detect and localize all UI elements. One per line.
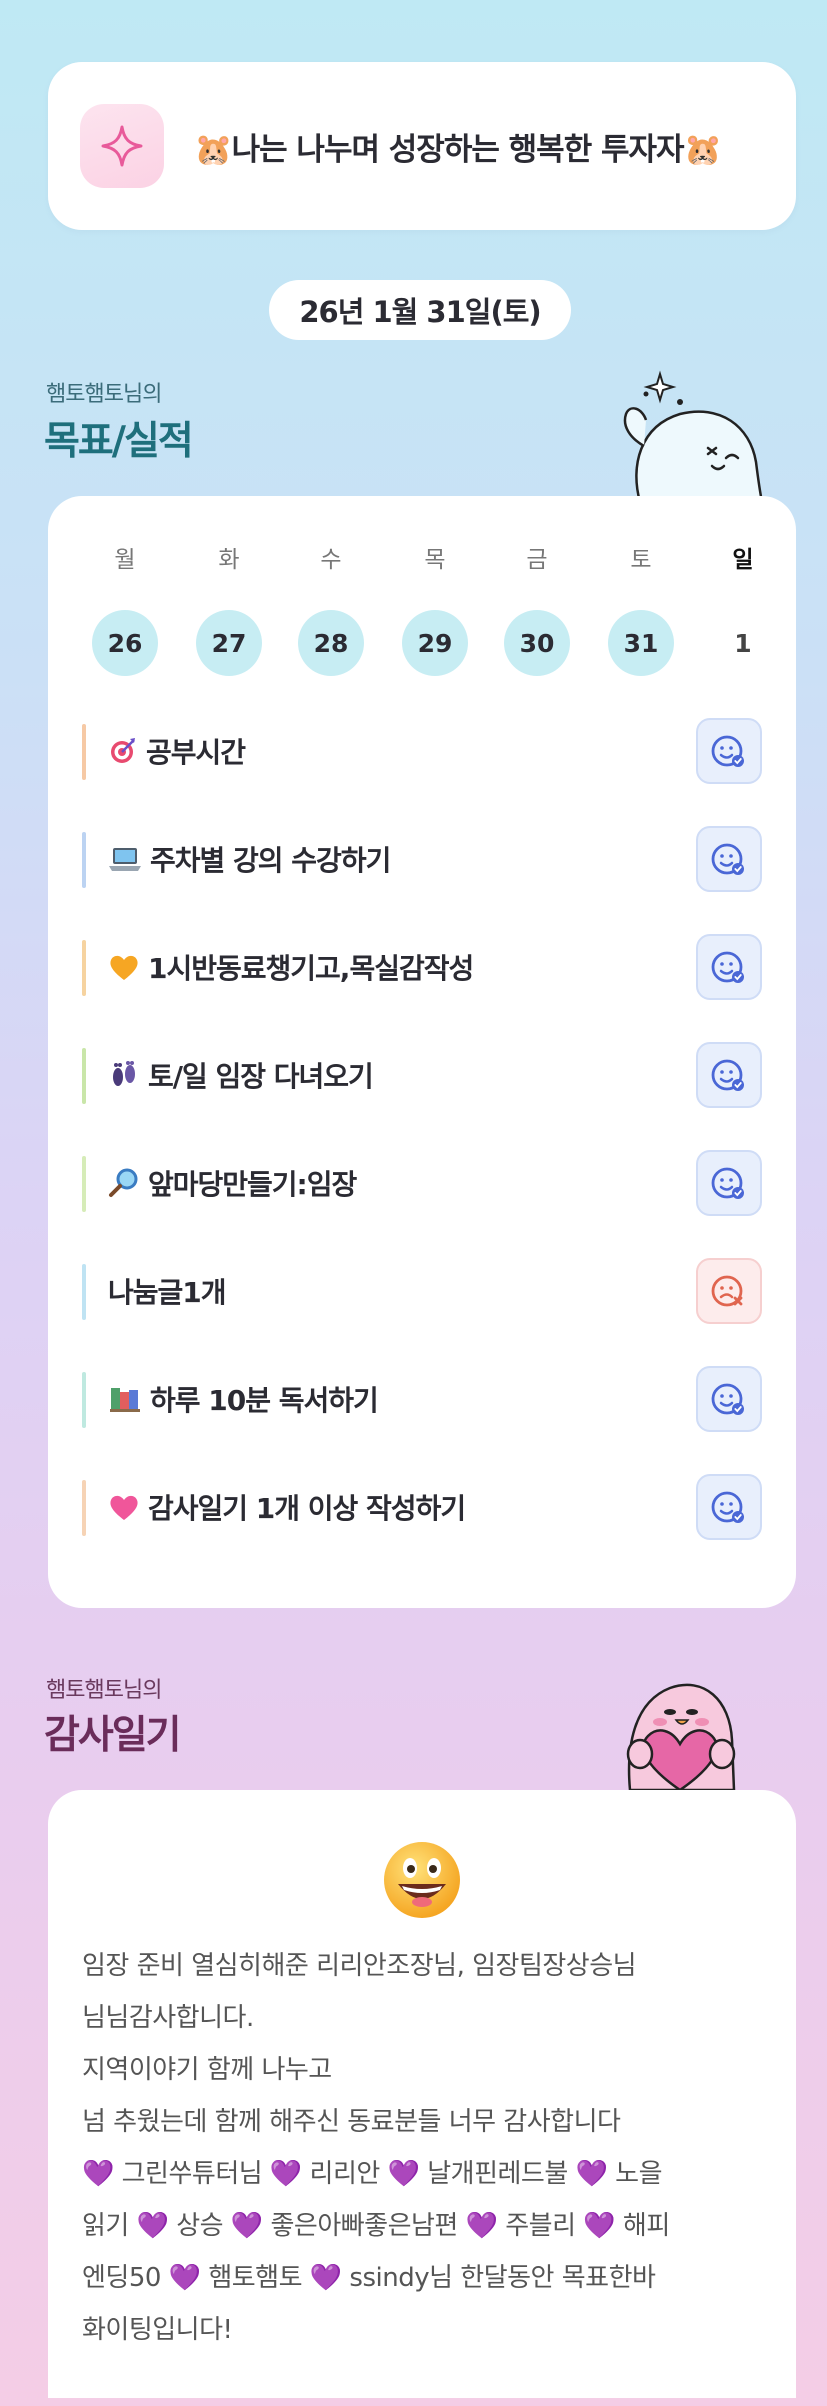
grinning-face-icon [380,1838,464,1926]
goal-achieved-button[interactable] [696,1474,762,1540]
goal-color-bar [82,1264,86,1320]
magnifier-icon [108,1168,140,1198]
goal-color-bar [82,940,86,996]
week-calendar: 월 26 화 27 수 28 목 29 금 30 토 31 일 1 [48,542,796,682]
day-number[interactable]: 29 [402,610,468,676]
goal-color-bar [82,832,86,888]
day-number[interactable]: 28 [298,610,364,676]
yellow-heart-icon [108,952,140,982]
goal-label: 나눔글1개 [108,1258,227,1324]
goal-row: 1시반동료챙기고,목실감작성 [82,934,762,1000]
goal-text: 감사일기 1개 이상 작성하기 [148,1492,466,1525]
diary-line: 화이팅입니다! [82,2315,233,2345]
goal-label: 토/일 임장 다녀오기 [108,1042,374,1108]
day-number[interactable]: 30 [504,610,570,676]
goals-section-subtitle: 햄토햄토님의 [46,382,162,407]
gratitude-diary-card: 임장 준비 열심히해준 리리안조장님, 임장팀장상승님님님감사합니다. 지역이야기… [48,1790,796,2398]
goal-achieved-button[interactable] [696,934,762,1000]
day-name: 화 [218,547,240,573]
goal-row: 토/일 임장 다녀오기 [82,1042,762,1108]
diary-line: 님님감사합니다. [82,2003,254,2033]
day-31[interactable]: 토 31 [606,542,676,676]
day-name: 금 [526,547,548,573]
goals-card: 월 26 화 27 수 28 목 29 금 30 토 31 일 1 공부시간 주차별 강의 수강하기 1시반동… [48,496,796,1608]
diary-line: 읽기 💜 상승 💜 좋은아빠좋은남편 💜 주블리 💜 해피 [82,2211,670,2241]
smile-check-icon [709,1487,749,1527]
day-number[interactable]: 26 [92,610,158,676]
day-number[interactable]: 31 [608,610,674,676]
goal-color-bar [82,1048,86,1104]
smile-check-icon [709,731,749,771]
smile-check-icon [709,1055,749,1095]
smile-check-icon [709,947,749,987]
goal-label: 하루 10분 독서하기 [108,1366,379,1432]
diary-line: 지역이야기 함께 나누고 [82,2055,332,2085]
goal-color-bar [82,1156,86,1212]
day-26[interactable]: 월 26 [90,542,160,676]
goal-text: 나눔글1개 [108,1276,227,1309]
target-icon [108,736,138,766]
day-name: 목 [424,547,446,573]
goal-achieved-button[interactable] [696,1150,762,1216]
goal-row: 주차별 강의 수강하기 [82,826,762,892]
day-29[interactable]: 목 29 [400,542,470,676]
laptop-icon [108,845,142,873]
motto-text: 🐹나는 나누며 성장하는 행복한 투자자🐹 [194,131,722,168]
diary-line: 임장 준비 열심히해준 리리안조장님, 임장팀장상승님 [82,1951,637,1981]
goal-label: 주차별 강의 수강하기 [108,826,391,892]
day-number[interactable]: 1 [710,610,776,676]
day-1[interactable]: 일1 [708,542,778,676]
diary-line: 💜 그린쑤튜터님 💜 리리안 💜 날개핀레드불 💜 노을 [82,2159,663,2189]
goal-row: 하루 10분 독서하기 [82,1366,762,1432]
goal-color-bar [82,724,86,780]
goal-text: 토/일 임장 다녀오기 [148,1060,374,1093]
goal-row: 감사일기 1개 이상 작성하기 [82,1474,762,1540]
goal-text: 하루 10분 독서하기 [150,1384,379,1417]
goal-color-bar [82,1480,86,1536]
day-number[interactable]: 27 [196,610,262,676]
day-27[interactable]: 화 27 [194,542,264,676]
day-name: 일 [732,547,754,573]
goal-label: 공부시간 [108,718,246,784]
day-name: 월 [114,547,136,573]
books-icon [108,1384,142,1414]
goal-achieved-button[interactable] [696,826,762,892]
goal-missed-button[interactable] [696,1258,762,1324]
diary-section-subtitle: 햄토햄토님의 [46,1678,162,1703]
goal-label: 1시반동료챙기고,목실감작성 [108,934,474,1000]
ghost-mascot-illustration [600,366,770,506]
diary-section-title: 감사일기 [44,1713,182,1758]
goal-achieved-button[interactable] [696,1042,762,1108]
smile-check-icon [709,839,749,879]
goal-achieved-button[interactable] [696,1366,762,1432]
motto-card: 🐹나는 나누며 성장하는 행복한 투자자🐹 [48,62,796,230]
frown-x-icon [709,1271,749,1311]
goal-color-bar [82,1372,86,1428]
goal-text: 앞마당만들기:임장 [148,1168,357,1201]
goals-section-title: 목표/실적 [44,419,194,464]
sparkle-icon [80,104,164,188]
goal-row: 나눔글1개 [82,1258,762,1324]
day-28[interactable]: 수 28 [296,542,366,676]
day-name: 토 [630,547,652,573]
goal-label: 감사일기 1개 이상 작성하기 [108,1474,466,1540]
diary-text: 임장 준비 열심히해준 리리안조장님, 임장팀장상승님님님감사합니다. 지역이야기… [82,1940,772,2356]
footprints-icon [108,1060,140,1090]
date-selector[interactable]: 26년 1월 31일(토) [269,280,571,340]
goal-label: 앞마당만들기:임장 [108,1150,357,1216]
smile-check-icon [709,1163,749,1203]
diary-line: 넘 추웠는데 함께 해주신 동료분들 너무 감사합니다 [82,2107,621,2137]
heart-mascot-illustration [600,1650,760,1794]
pink-heart-icon [108,1492,140,1522]
goal-text: 공부시간 [146,736,246,769]
day-30[interactable]: 금 30 [502,542,572,676]
smile-check-icon [709,1379,749,1419]
goal-achieved-button[interactable] [696,718,762,784]
goal-text: 주차별 강의 수강하기 [150,844,391,877]
day-name: 수 [320,547,342,573]
goal-text: 1시반동료챙기고,목실감작성 [148,952,474,985]
goal-row: 공부시간 [82,718,762,784]
diary-line: 엔딩50 💜 햄토햄토 💜 ssindy님 한달동안 목표한바 [82,2263,656,2293]
goal-row: 앞마당만들기:임장 [82,1150,762,1216]
